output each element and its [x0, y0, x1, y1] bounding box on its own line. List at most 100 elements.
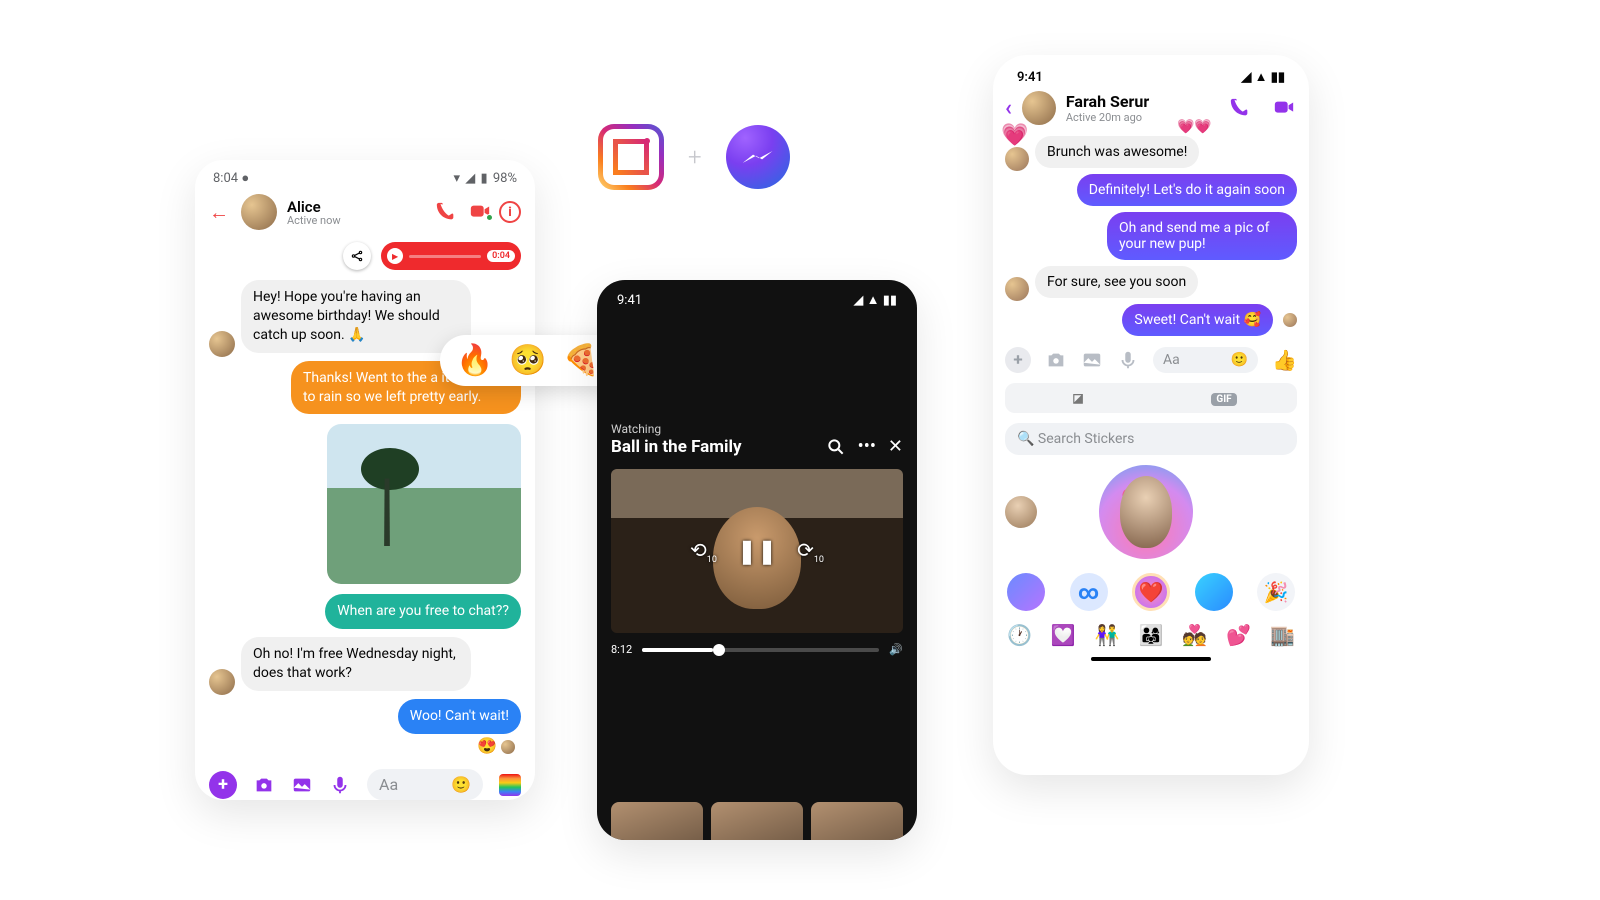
heart-eyes-icon: 💕	[1121, 483, 1146, 507]
pack-family-icon[interactable]: 👨‍👩‍👧	[1139, 623, 1164, 647]
clock: 9:41	[617, 293, 642, 308]
camera-icon[interactable]	[1045, 349, 1067, 371]
message-input[interactable]: Aa 🙂	[367, 769, 483, 800]
audio-call-icon[interactable]	[1229, 97, 1251, 119]
message-in[interactable]: Oh no! I'm free Wednesday night, does th…	[241, 637, 471, 691]
message-out[interactable]: When are you free to chat??	[325, 594, 521, 629]
pack-couple-icon[interactable]: 💑	[1182, 623, 1207, 647]
thumbs-up-icon[interactable]: 👍	[1272, 348, 1297, 372]
message-out[interactable]: Woo! Can't wait!	[398, 699, 521, 734]
signal-icon: ◢	[1241, 70, 1251, 85]
emoji-picker-icon[interactable]: 🙂	[451, 775, 471, 794]
search-icon[interactable]	[826, 437, 846, 457]
voice-message[interactable]: ▶ 0:04	[381, 242, 521, 270]
participant-tile[interactable]	[811, 802, 903, 840]
back-arrow-icon[interactable]: ←	[209, 200, 231, 225]
mic-icon[interactable]	[1117, 349, 1139, 371]
message-in[interactable]: For sure, see you soon	[1035, 266, 1198, 298]
rainbow-sticker-icon[interactable]	[499, 774, 521, 796]
avatar[interactable]	[241, 194, 277, 230]
effect-confetti[interactable]: 🎉	[1257, 573, 1295, 611]
message-out[interactable]: Definitely! Let's do it again soon	[1077, 174, 1297, 206]
effect-infinity[interactable]: ∞	[1070, 573, 1108, 611]
gallery-icon[interactable]	[291, 774, 313, 796]
message-out[interactable]: Sweet! Can't wait 🥰	[1122, 304, 1273, 336]
more-icon[interactable]: •••	[858, 436, 876, 457]
share-icon[interactable]	[343, 242, 371, 270]
audio-call-icon[interactable]	[435, 201, 457, 223]
heart-decoration-icon: 💗💗	[1177, 119, 1212, 135]
pack-people-icon[interactable]: 👫	[1095, 623, 1120, 647]
camera-icon[interactable]	[253, 774, 275, 796]
signal-icon: ◢	[853, 293, 863, 308]
input-placeholder: Aa	[379, 775, 398, 794]
voice-progress	[409, 255, 481, 258]
selfie-thumb[interactable]	[1005, 496, 1037, 528]
chat-presence: Active now	[287, 214, 425, 227]
add-button[interactable]: +	[209, 771, 237, 799]
messenger-glyph-icon: ●	[241, 171, 249, 186]
seek-thumb[interactable]	[713, 644, 725, 656]
sticker-search[interactable]: 🔍 Search Stickers	[1005, 423, 1297, 455]
emoji-picker-icon[interactable]: 🙂	[1231, 352, 1248, 368]
video-call-icon[interactable]	[1271, 97, 1297, 119]
rewind-10-icon[interactable]: ⟲10	[690, 538, 717, 565]
effect-arch[interactable]	[1195, 573, 1233, 611]
image-message[interactable]	[327, 424, 521, 584]
back-chevron-icon[interactable]: ‹	[1005, 96, 1012, 121]
voice-duration: 0:04	[487, 250, 515, 262]
message-input[interactable]: Aa 🙂	[1153, 347, 1258, 373]
reaction-pizza-icon[interactable]: 🍕	[563, 343, 600, 378]
volume-icon[interactable]: 🔊	[889, 643, 903, 656]
pack-hearts-icon[interactable]: 💕	[1226, 623, 1251, 647]
read-receipt-avatar	[501, 740, 515, 754]
gif-label: GIF	[1211, 393, 1236, 406]
selfie-preview[interactable]: 💕	[1099, 465, 1193, 559]
chat-name: Farah Serur	[1066, 92, 1219, 111]
messenger-icon	[726, 125, 790, 189]
pause-icon[interactable]: ❚❚	[737, 537, 777, 565]
video-player[interactable]: ⟲10 ❚❚ ⟳10	[611, 469, 903, 633]
info-icon[interactable]: i	[499, 201, 521, 223]
signal-icon: ◢	[465, 171, 475, 186]
instagram-icon	[598, 124, 664, 190]
avatar[interactable]	[1022, 91, 1056, 125]
video-call-icon[interactable]	[467, 201, 489, 223]
reaction-fire-icon[interactable]: 🔥	[456, 343, 493, 378]
chat-header: ‹ Farah Serur Active 20m ago	[1005, 89, 1297, 133]
close-icon[interactable]: ✕	[888, 436, 903, 457]
pack-love-icon[interactable]: 💟	[1051, 623, 1076, 647]
forward-10-icon[interactable]: ⟳10	[797, 538, 824, 565]
battery-icon: ▮▮	[883, 293, 897, 308]
participant-tile[interactable]	[611, 802, 703, 840]
add-button[interactable]: +	[1005, 347, 1031, 373]
pack-recent-icon[interactable]: 🕐	[1007, 623, 1032, 647]
play-icon[interactable]: ▶	[387, 248, 403, 264]
home-indicator	[1091, 657, 1211, 661]
seek-bar[interactable]: 8:12 🔊	[611, 643, 903, 656]
message-in[interactable]: Brunch was awesome!	[1035, 136, 1199, 168]
watching-label: Watching	[611, 422, 903, 436]
plus-icon: +	[688, 143, 702, 171]
message-out[interactable]: Oh and send me a pic of your new pup!	[1107, 212, 1297, 260]
effect-gradient[interactable]	[1007, 573, 1045, 611]
message-in[interactable]: Hey! Hope you're having an awesome birth…	[241, 280, 471, 353]
tab-gif[interactable]: GIF	[1151, 383, 1297, 413]
phone-center: 9:41 ◢ ▲ ▮▮ Watching Ball in the Family …	[597, 280, 917, 840]
gallery-icon[interactable]	[1081, 349, 1103, 371]
avatar	[209, 669, 235, 695]
tab-stickers[interactable]: ◪	[1005, 383, 1151, 413]
mic-icon[interactable]	[329, 774, 351, 796]
participants-row	[597, 802, 917, 840]
status-bar: 8:04 ● ▾ ◢ ▮ 98%	[209, 160, 521, 192]
brand-logos: +	[598, 124, 790, 190]
battery-icon: ▮▮	[1271, 70, 1285, 85]
reaction-emoji[interactable]: 😍	[477, 736, 497, 755]
participant-tile[interactable]	[711, 802, 803, 840]
pack-store-icon[interactable]: 🏬	[1270, 623, 1295, 647]
search-placeholder: Search Stickers	[1038, 431, 1134, 447]
reaction-plead-icon[interactable]: 🥺	[509, 343, 546, 378]
seek-track[interactable]	[642, 648, 879, 652]
wifi-icon: ▲	[1255, 70, 1268, 85]
effect-heart[interactable]: ❤️	[1132, 573, 1170, 611]
